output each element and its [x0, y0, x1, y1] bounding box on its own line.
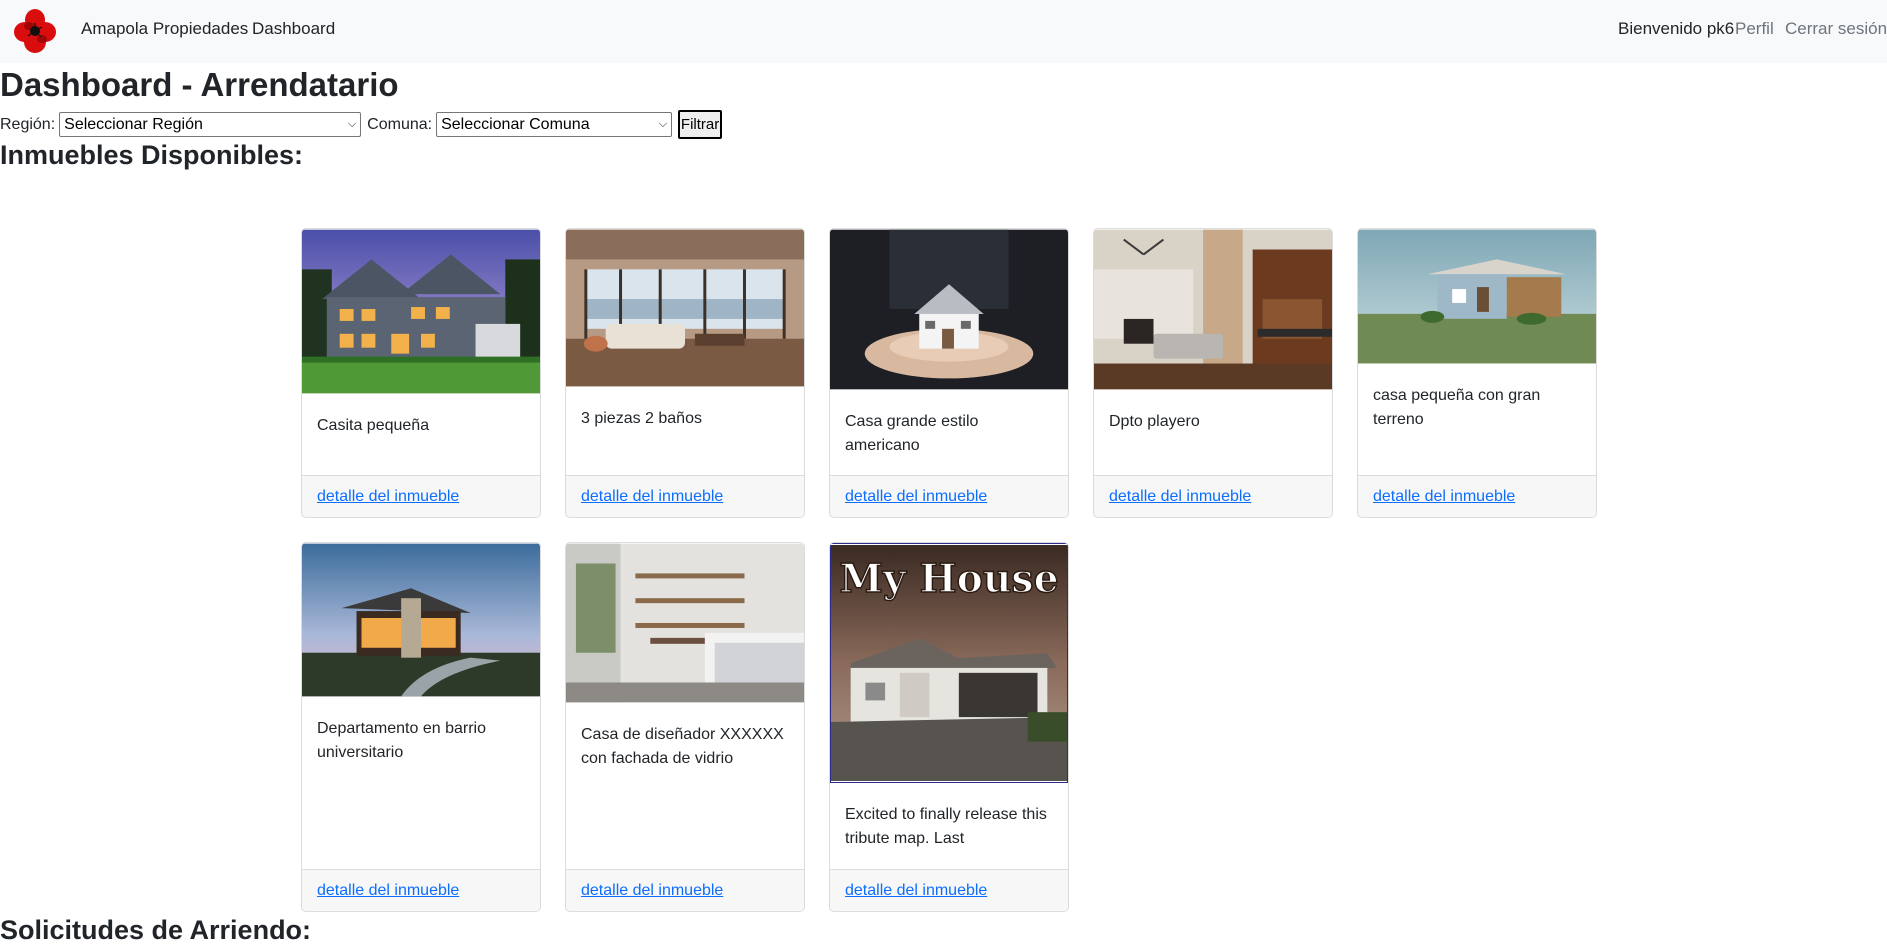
- card-body: Dpto playero: [1094, 410, 1332, 434]
- nav-dashboard-link[interactable]: Dashboard: [252, 19, 335, 39]
- region-select[interactable]: Seleccionar Región ⌵: [59, 112, 362, 137]
- image-overlay-text: My House: [839, 556, 1058, 602]
- property-image: [566, 229, 804, 387]
- poppy-logo-icon[interactable]: [14, 8, 56, 54]
- property-card: My House Excited to finally release this…: [829, 542, 1069, 912]
- card-footer: detalle del inmueble: [302, 475, 540, 517]
- card-body: Casita pequeña: [302, 414, 540, 438]
- card-footer: detalle del inmueble: [1094, 475, 1332, 517]
- nav-profile-link[interactable]: Perfil: [1735, 19, 1774, 39]
- property-detail-link[interactable]: detalle del inmueble: [845, 488, 987, 506]
- comuna-select[interactable]: Seleccionar Comuna ⌵: [436, 112, 673, 137]
- nav-logout-link[interactable]: Cerrar sesión: [1785, 19, 1887, 39]
- navbar: Amapola Propiedades Dashboard Bienvenido…: [0, 0, 1887, 63]
- chevron-down-icon: ⌵: [658, 118, 668, 130]
- region-label: Región:: [0, 115, 56, 133]
- card-footer: detalle del inmueble: [566, 475, 804, 517]
- property-image: [302, 543, 540, 697]
- property-card: Departamento en barrio universitario det…: [301, 542, 541, 912]
- property-detail-link[interactable]: detalle del inmueble: [317, 488, 459, 506]
- card-body: Departamento en barrio universitario: [302, 717, 540, 765]
- property-card: casa pequeña con gran terreno detalle de…: [1357, 228, 1597, 518]
- property-image: [566, 543, 804, 703]
- card-footer: detalle del inmueble: [830, 869, 1068, 911]
- property-image: [1094, 229, 1332, 390]
- card-footer: detalle del inmueble: [302, 869, 540, 911]
- card-title: Dpto playero: [1109, 413, 1200, 430]
- comuna-select-value: Seleccionar Comuna: [441, 115, 590, 133]
- property-card: Casa grande estilo americano detalle del…: [829, 228, 1069, 518]
- property-card: Casa de diseñador XXXXXX con fachada de …: [565, 542, 805, 912]
- card-title: Departamento en barrio universitario: [317, 720, 486, 761]
- card-body: Casa grande estilo americano: [830, 410, 1068, 458]
- property-card: Casita pequeña detalle del inmueble: [301, 228, 541, 518]
- section-title-inmuebles: Inmuebles Disponibles:: [0, 140, 304, 170]
- card-title: Casita pequeña: [317, 417, 430, 434]
- card-title: Excited to finally release this tribute …: [845, 806, 1047, 847]
- property-image: [302, 229, 540, 394]
- property-detail-link[interactable]: detalle del inmueble: [1373, 488, 1515, 506]
- card-body: Excited to finally release this tribute …: [830, 803, 1068, 851]
- property-detail-link[interactable]: detalle del inmueble: [317, 882, 459, 900]
- brand-link[interactable]: Amapola Propiedades: [81, 19, 248, 39]
- property-image: My House: [830, 543, 1068, 783]
- card-footer: detalle del inmueble: [830, 475, 1068, 517]
- property-detail-link[interactable]: detalle del inmueble: [1109, 488, 1251, 506]
- welcome-text: Bienvenido pk6: [1618, 19, 1735, 38]
- page-title: Dashboard - Arrendatario: [0, 66, 399, 103]
- card-footer: detalle del inmueble: [566, 869, 804, 911]
- property-card: 3 piezas 2 baños detalle del inmueble: [565, 228, 805, 518]
- property-detail-link[interactable]: detalle del inmueble: [581, 882, 723, 900]
- card-title: Casa de diseñador XXXXXX con fachada de …: [581, 726, 784, 767]
- card-title: casa pequeña con gran terreno: [1373, 387, 1541, 428]
- card-title: Casa grande estilo americano: [845, 413, 979, 454]
- card-footer: detalle del inmueble: [1358, 475, 1596, 517]
- property-image: [1358, 229, 1596, 364]
- property-card: Dpto playero detalle del inmueble: [1093, 228, 1333, 518]
- property-image: [830, 229, 1068, 390]
- region-select-value: Seleccionar Región: [64, 115, 203, 133]
- card-body: Casa de diseñador XXXXXX con fachada de …: [566, 723, 804, 771]
- card-body: 3 piezas 2 baños: [566, 407, 804, 431]
- card-title: 3 piezas 2 baños: [581, 410, 702, 427]
- property-detail-link[interactable]: detalle del inmueble: [581, 488, 723, 506]
- property-detail-link[interactable]: detalle del inmueble: [845, 882, 987, 900]
- comuna-label: Comuna:: [367, 115, 433, 133]
- filter-button[interactable]: Filtrar: [678, 110, 723, 139]
- filter-row: Región: Seleccionar Región ⌵ Comuna: Sel…: [0, 110, 723, 139]
- card-body: casa pequeña con gran terreno: [1358, 384, 1596, 432]
- section-title-solicitudes: Solicitudes de Arriendo:: [0, 915, 312, 945]
- chevron-down-icon: ⌵: [347, 118, 357, 130]
